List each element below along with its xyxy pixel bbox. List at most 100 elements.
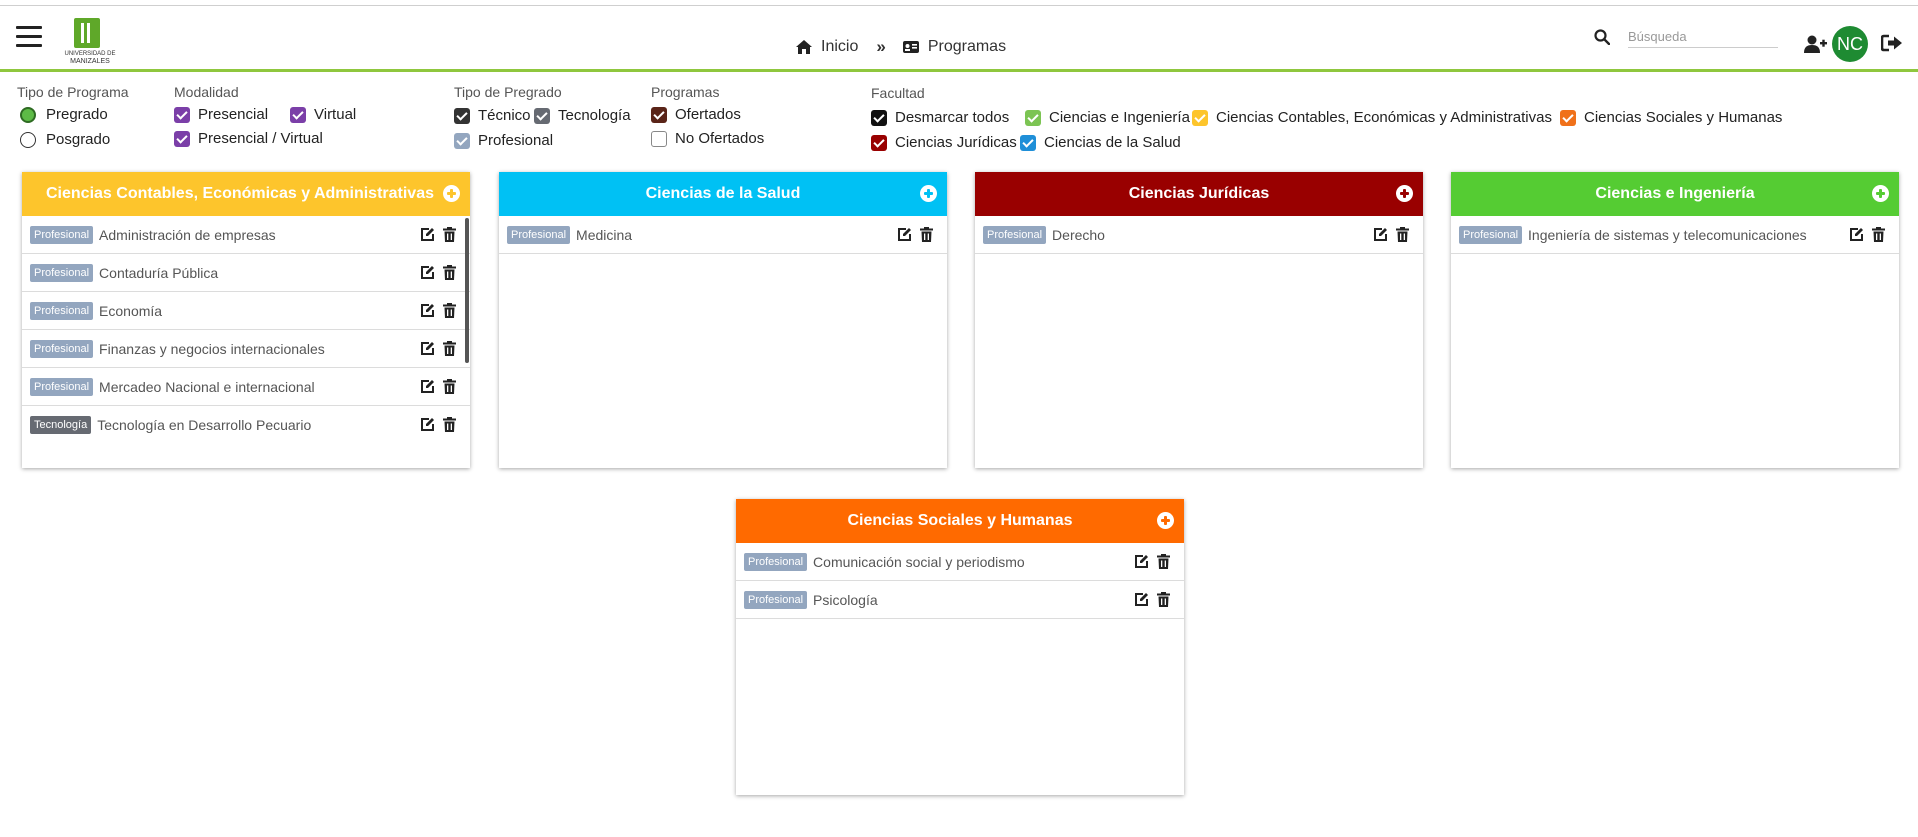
menu-icon[interactable] [16, 26, 42, 48]
trash-icon[interactable] [443, 417, 456, 432]
program-name: Comunicación social y periodismo [813, 553, 1025, 570]
program-row: Profesional Economía [22, 292, 470, 330]
checkbox-checked-icon [1560, 109, 1576, 126]
add-program-icon[interactable] [1872, 185, 1889, 202]
program-name: Psicología [813, 591, 878, 608]
program-row: Profesional Derecho [975, 216, 1423, 254]
filter-programas: Programas [651, 84, 719, 106]
edit-icon[interactable] [1849, 227, 1864, 242]
program-list: Profesional Ingeniería de sistemas y tele… [1451, 216, 1899, 468]
edit-icon[interactable] [1134, 554, 1149, 569]
program-row: Profesional Finanzas y negocios internaci… [22, 330, 470, 368]
program-row: Profesional Medicina [499, 216, 947, 254]
avatar[interactable]: NC [1832, 26, 1868, 62]
add-program-icon[interactable] [443, 185, 460, 202]
breadcrumb-current: Programas [927, 38, 1007, 55]
checkbox-unchecked-icon [651, 130, 667, 147]
checkbox-ciencias-juridicas[interactable]: Ciencias Jurídicas [871, 134, 1017, 151]
add-program-icon[interactable] [1396, 185, 1413, 202]
program-list: Profesional Administración de empresas Pr… [22, 216, 470, 468]
checkbox-ofertados[interactable]: Ofertados [651, 106, 741, 123]
program-list: Profesional Medicina [499, 216, 947, 468]
university-logo[interactable]: UNIVERSIDAD DE MANIZALES [58, 18, 122, 66]
checkbox-ciencias-contables[interactable]: Ciencias Contables, Económicas y Adminis… [1192, 109, 1552, 126]
checkbox-ciencias-ingenieria[interactable]: Ciencias e Ingeniería [1025, 109, 1190, 126]
option-label: Ciencias e Ingeniería [1049, 109, 1190, 126]
radio-posgrado[interactable]: Posgrado [20, 131, 110, 148]
option-label: Ciencias de la Salud [1044, 134, 1181, 151]
checkbox-desmarcar-todos[interactable]: Desmarcar todos [871, 109, 1009, 126]
program-row: Tecnología Tecnología en Desarrollo Pecua… [22, 406, 470, 444]
edit-icon[interactable] [420, 303, 435, 318]
edit-icon[interactable] [420, 417, 435, 432]
checkbox-virtual[interactable]: Virtual [290, 106, 356, 123]
card-title: Ciencias Sociales y Humanas [847, 512, 1073, 529]
edit-icon[interactable] [420, 341, 435, 356]
filter-title: Programas [651, 84, 720, 100]
trash-icon[interactable] [1872, 227, 1885, 242]
type-badge: Profesional [744, 552, 808, 571]
filter-title: Modalidad [174, 84, 239, 100]
checkbox-profesional[interactable]: Profesional [454, 132, 553, 149]
checkbox-checked-icon [1020, 134, 1036, 151]
id-card-icon [902, 41, 919, 53]
option-label: Ciencias Jurídicas [895, 134, 1017, 151]
checkbox-checked-icon [534, 107, 550, 124]
checkbox-checked-icon [454, 132, 470, 149]
card-title: Ciencias Jurídicas [1128, 185, 1270, 202]
breadcrumb-home[interactable]: Inicio [821, 38, 858, 56]
checkbox-ciencias-salud[interactable]: Ciencias de la Salud [1020, 134, 1181, 151]
program-name: Finanzas y negocios internacionales [99, 340, 325, 357]
trash-icon[interactable] [1157, 592, 1170, 607]
checkbox-presencial[interactable]: Presencial [174, 106, 268, 123]
checkbox-ciencias-sociales[interactable]: Ciencias Sociales y Humanas [1560, 109, 1782, 126]
trash-icon[interactable] [443, 227, 456, 242]
trash-icon[interactable] [443, 379, 456, 394]
edit-icon[interactable] [420, 379, 435, 394]
trash-icon[interactable] [1157, 554, 1170, 569]
program-row: Profesional Administración de empresas [22, 216, 470, 254]
search-input[interactable] [1628, 26, 1778, 48]
logout-icon[interactable] [1881, 33, 1903, 53]
edit-icon[interactable] [1134, 592, 1149, 607]
program-row: Profesional Comunicación social y periodi… [736, 543, 1184, 581]
trash-icon[interactable] [443, 265, 456, 280]
option-label: Ciencias Sociales y Humanas [1584, 109, 1783, 126]
edit-icon[interactable] [420, 265, 435, 280]
checkbox-tecnico[interactable]: Técnico [454, 107, 531, 124]
add-user-icon[interactable] [1803, 34, 1827, 54]
option-label: No Ofertados [675, 130, 765, 147]
edit-icon[interactable] [1373, 227, 1388, 242]
trash-icon[interactable] [443, 303, 456, 318]
radio-pregrado[interactable]: Pregrado [20, 106, 108, 123]
option-label: Ciencias Contables, Económicas y Adminis… [1216, 109, 1552, 126]
faculty-card-ingenieria: Ciencias e Ingeniería Profesional Ingenie… [1451, 172, 1899, 468]
checkbox-tecnologia[interactable]: Tecnología [534, 107, 631, 124]
filter-facultad: Facultad [871, 85, 925, 107]
option-label: Presencial / Virtual [198, 130, 323, 147]
add-program-icon[interactable] [1157, 512, 1174, 529]
program-row: Profesional Ingeniería de sistemas y tele… [1451, 216, 1899, 254]
trash-icon[interactable] [443, 341, 456, 356]
faculty-card-sociales: Ciencias Sociales y Humanas Profesional C… [736, 499, 1184, 795]
program-row: Profesional Contaduría Pública [22, 254, 470, 292]
card-title: Ciencias de la Salud [645, 185, 801, 202]
double-chevron-icon: » [876, 37, 886, 56]
logo-line2: MANIZALES [70, 58, 110, 65]
option-label: Técnico [478, 107, 531, 124]
checkbox-presencial-virtual[interactable]: Presencial / Virtual [174, 130, 323, 147]
search-icon[interactable] [1594, 29, 1610, 45]
logo-mark-icon [74, 18, 100, 48]
checkbox-checked-icon [454, 107, 470, 124]
trash-icon[interactable] [920, 227, 933, 242]
trash-icon[interactable] [1396, 227, 1409, 242]
edit-icon[interactable] [420, 227, 435, 242]
option-label: Virtual [314, 106, 357, 123]
edit-icon[interactable] [897, 227, 912, 242]
filter-title: Tipo de Pregrado [454, 84, 562, 100]
checkbox-no-ofertados[interactable]: No Ofertados [651, 130, 764, 147]
program-name: Mercadeo Nacional e internacional [99, 378, 315, 395]
add-program-icon[interactable] [920, 185, 937, 202]
scrollbar[interactable] [465, 218, 469, 363]
type-badge: Profesional [983, 225, 1047, 244]
